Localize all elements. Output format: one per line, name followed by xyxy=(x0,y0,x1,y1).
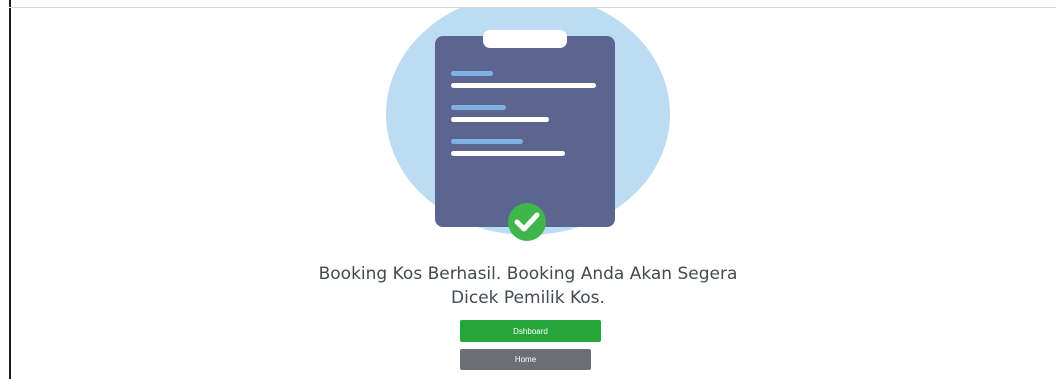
home-button-label: Home xyxy=(514,355,537,364)
dashboard-button-label: Dshboard xyxy=(513,326,548,336)
clipboard-icon xyxy=(435,36,615,227)
line-accent-2 xyxy=(451,105,506,110)
window-left-border xyxy=(9,0,11,379)
line-accent-3 xyxy=(451,139,523,144)
booking-success-illustration xyxy=(386,8,670,241)
line-text-3 xyxy=(451,151,565,156)
line-text-1 xyxy=(451,83,596,88)
clipboard-clip xyxy=(483,30,567,48)
home-button[interactable]: Home xyxy=(460,349,591,370)
check-badge xyxy=(508,203,546,241)
line-text-2 xyxy=(451,117,549,122)
success-message: Booking Kos Berhasil. Booking Anda Akan … xyxy=(256,262,800,310)
line-accent-1 xyxy=(451,71,493,76)
success-message-line-2: Dicek Pemilik Kos. xyxy=(451,288,605,308)
dashboard-button[interactable]: Dshboard xyxy=(460,320,601,342)
booking-success-page: Booking Kos Berhasil. Booking Anda Akan … xyxy=(0,0,1056,379)
success-message-line-1: Booking Kos Berhasil. Booking Anda Akan … xyxy=(318,264,738,284)
